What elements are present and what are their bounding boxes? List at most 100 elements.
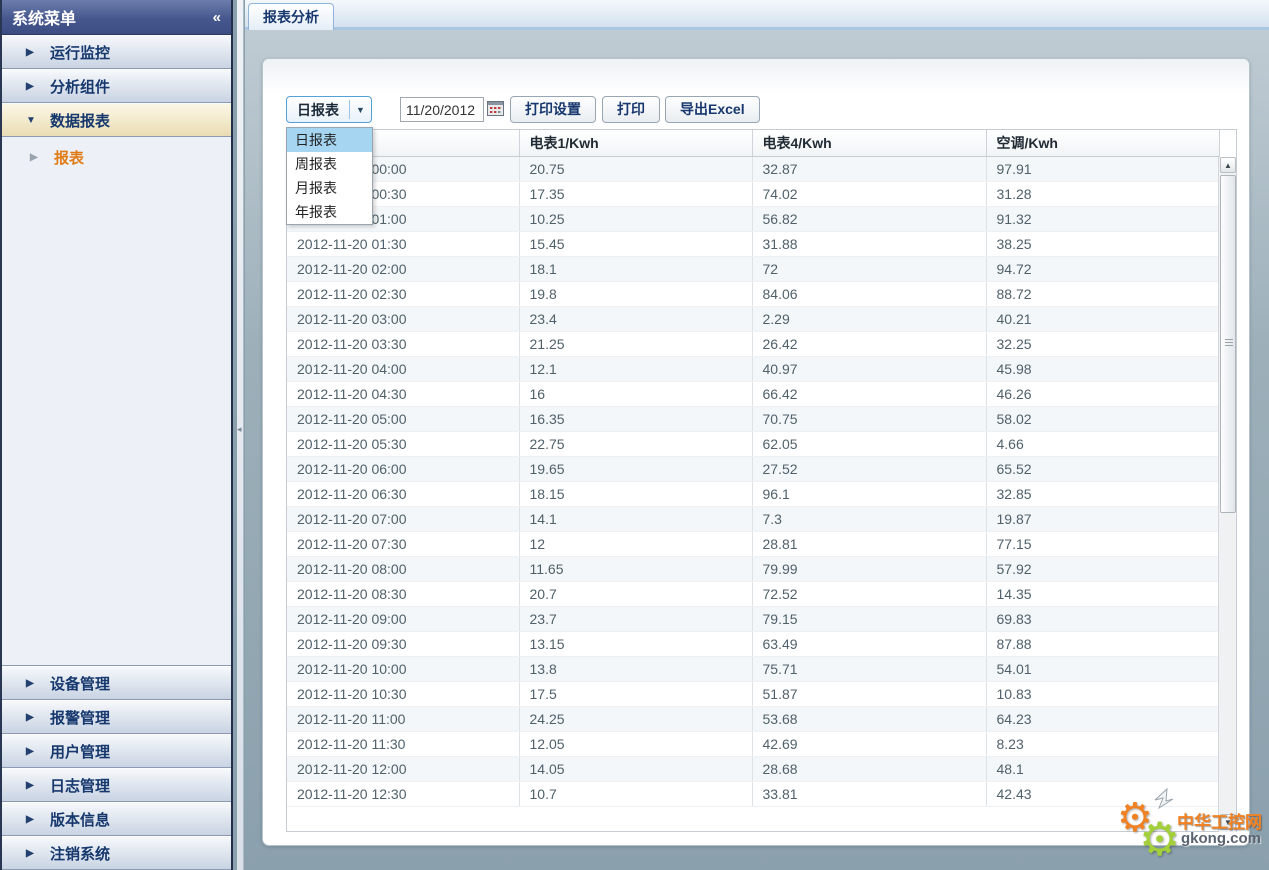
table-cell: 33.81: [752, 781, 986, 806]
sidebar-item[interactable]: ▶ 日志管理: [2, 768, 231, 802]
expand-arrow-icon: ▶: [26, 780, 40, 791]
table-row[interactable]: 2012-11-20 11:0024.2553.6864.23: [287, 706, 1219, 731]
column-header[interactable]: 电表4/Kwh: [752, 130, 986, 156]
table-row[interactable]: 2012-11-20 02:3019.884.0688.72: [287, 281, 1219, 306]
table-row[interactable]: 2012-11-20 03:3021.2526.4232.25: [287, 331, 1219, 356]
table-cell: 2012-11-20 04:30: [287, 381, 519, 406]
table-row[interactable]: 2012-11-20 11:3012.0542.698.23: [287, 731, 1219, 756]
table-row[interactable]: 2012-11-20 07:301228.8177.15: [287, 531, 1219, 556]
table-row[interactable]: 2012-11-20 03:0023.42.2940.21: [287, 306, 1219, 331]
table-cell: 23.4: [519, 306, 752, 331]
sidebar-subitem-report[interactable]: ▶报表: [2, 137, 231, 173]
expand-arrow-icon: ▶: [26, 814, 40, 825]
table-row[interactable]: 2012-11-20 08:3020.772.5214.35: [287, 581, 1219, 606]
table-row[interactable]: 2012-11-20 07:0014.17.319.87: [287, 506, 1219, 531]
export-excel-button[interactable]: 导出Excel: [665, 96, 760, 123]
calendar-icon[interactable]: [487, 100, 504, 117]
tab-report-analysis[interactable]: 报表分析: [248, 3, 334, 30]
table-cell: 46.26: [986, 381, 1219, 406]
table-row[interactable]: 2012-11-20 01:3015.4531.8838.25: [287, 231, 1219, 256]
report-toolbar: 日报表 ▼ 打印设置: [286, 96, 1226, 124]
table-cell: 24.25: [519, 706, 752, 731]
scroll-up-button[interactable]: ▲: [1220, 157, 1236, 173]
table-cell: 10.83: [986, 681, 1219, 706]
scroll-down-button[interactable]: ▼: [1220, 814, 1236, 830]
sidebar-item-collapsed[interactable]: ▶运行监控: [2, 35, 231, 69]
sidebar-item[interactable]: ▶设备管理: [2, 666, 231, 700]
menu-item-label: 报表: [54, 147, 84, 168]
sidebar-collapse-icon[interactable]: «: [213, 9, 221, 26]
report-type-option[interactable]: 年报表: [287, 200, 372, 224]
date-input[interactable]: [400, 97, 484, 122]
table-cell: 2012-11-20 02:00: [287, 256, 519, 281]
table-cell: 16.35: [519, 406, 752, 431]
table-row[interactable]: 2012-11-20 12:0014.0528.6848.1: [287, 756, 1219, 781]
sidebar-item[interactable]: ▶用户管理: [2, 734, 231, 768]
menu-item-label: 日志管理: [50, 775, 110, 796]
table-cell: 48.1: [986, 756, 1219, 781]
sidebar-item[interactable]: ▶ 报警管理: [2, 700, 231, 734]
expand-arrow-icon: ▶: [26, 712, 40, 723]
table-cell: 70.75: [752, 406, 986, 431]
panel-top-gradient: [263, 59, 1249, 95]
table-row[interactable]: 2012-11-20 04:301666.4246.26: [287, 381, 1219, 406]
tab-label: 报表分析: [263, 7, 319, 27]
table-cell: 87.88: [986, 631, 1219, 656]
table-cell: 62.05: [752, 431, 986, 456]
table-row[interactable]: 2012-11-20 05:3022.7562.054.66: [287, 431, 1219, 456]
report-type-dropdown[interactable]: 日报表 ▼: [286, 96, 372, 123]
table-row[interactable]: 2012-11-20 00:3017.3574.0231.28: [287, 181, 1219, 206]
table-cell: 32.87: [752, 156, 986, 181]
sidebar-item-collapsed[interactable]: ▶分析组件: [2, 69, 231, 103]
table-row[interactable]: 2012-11-20 06:3018.1596.132.85: [287, 481, 1219, 506]
table-cell: 10.7: [519, 781, 752, 806]
table-header-row: 电表1/Kwh电表4/Kwh空调/Kwh: [287, 130, 1219, 156]
column-header[interactable]: 空调/Kwh: [986, 130, 1219, 156]
table-cell: 2012-11-20 10:30: [287, 681, 519, 706]
table-cell: 28.81: [752, 531, 986, 556]
report-type-option[interactable]: 日报表: [287, 128, 372, 152]
table-cell: 20.7: [519, 581, 752, 606]
table-cell: 66.42: [752, 381, 986, 406]
menu-item-label: 分析组件: [50, 76, 110, 97]
table-row[interactable]: 2012-11-20 04:0012.140.9745.98: [287, 356, 1219, 381]
sidebar-subpanel: ▶报表: [2, 137, 231, 666]
table-cell: 2012-11-20 03:00: [287, 306, 519, 331]
table-row[interactable]: 2012-11-20 10:0013.875.7154.01: [287, 656, 1219, 681]
table-cell: 8.23: [986, 731, 1219, 756]
sidebar-top-items: ▶运行监控▶分析组件▼数据报表: [2, 35, 231, 137]
scrollbar-thumb[interactable]: [1220, 175, 1236, 513]
table-cell: 14.05: [519, 756, 752, 781]
report-type-option[interactable]: 周报表: [287, 152, 372, 176]
report-type-option[interactable]: 月报表: [287, 176, 372, 200]
table-row[interactable]: 2012-11-20 08:0011.6579.9957.92: [287, 556, 1219, 581]
table-row[interactable]: 2012-11-20 05:0016.3570.7558.02: [287, 406, 1219, 431]
sidebar-item[interactable]: ▶注销系统: [2, 836, 231, 870]
print-button[interactable]: 打印: [602, 96, 660, 123]
table-cell: 11.65: [519, 556, 752, 581]
sidebar-item[interactable]: ▶版本信息: [2, 802, 231, 836]
print-settings-button[interactable]: 打印设置: [510, 96, 596, 123]
column-header[interactable]: 电表1/Kwh: [519, 130, 752, 156]
table-row[interactable]: 2012-11-20 06:0019.6527.5265.52: [287, 456, 1219, 481]
app-window: 系统菜单 « ▶运行监控▶分析组件▼数据报表 ▶报表 ▶设备管理▶报警管理▶用户…: [0, 0, 1269, 870]
table-cell: 84.06: [752, 281, 986, 306]
expand-arrow-icon: ▶: [26, 678, 40, 689]
table-row[interactable]: 2012-11-20 12:3010.733.8142.43: [287, 781, 1219, 806]
sidebar-item-expanded[interactable]: ▼数据报表: [2, 103, 231, 137]
menu-item-label: 报警管理: [50, 707, 110, 728]
splitter-handle[interactable]: ◂: [237, 0, 244, 870]
table-cell: 75.71: [752, 656, 986, 681]
table-row[interactable]: 2012-11-20 09:3013.1563.4987.88: [287, 631, 1219, 656]
vertical-scrollbar[interactable]: ▲ ▼: [1218, 157, 1236, 832]
table-cell: 53.68: [752, 706, 986, 731]
splitter-collapse-icon[interactable]: ◂: [237, 424, 242, 435]
chevron-down-icon[interactable]: ▼: [350, 105, 371, 115]
table-cell: 2012-11-20 08:00: [287, 556, 519, 581]
table-row[interactable]: 2012-11-20 09:0023.779.1569.83: [287, 606, 1219, 631]
table-row[interactable]: 2012-11-20 02:0018.17294.72: [287, 256, 1219, 281]
table-row[interactable]: 2012-11-20 00:0020.7532.8797.91: [287, 156, 1219, 181]
table-row[interactable]: 2012-11-20 10:3017.551.8710.83: [287, 681, 1219, 706]
table-row[interactable]: 2012-11-20 01:0010.2556.8291.32: [287, 206, 1219, 231]
table-cell: 54.01: [986, 656, 1219, 681]
